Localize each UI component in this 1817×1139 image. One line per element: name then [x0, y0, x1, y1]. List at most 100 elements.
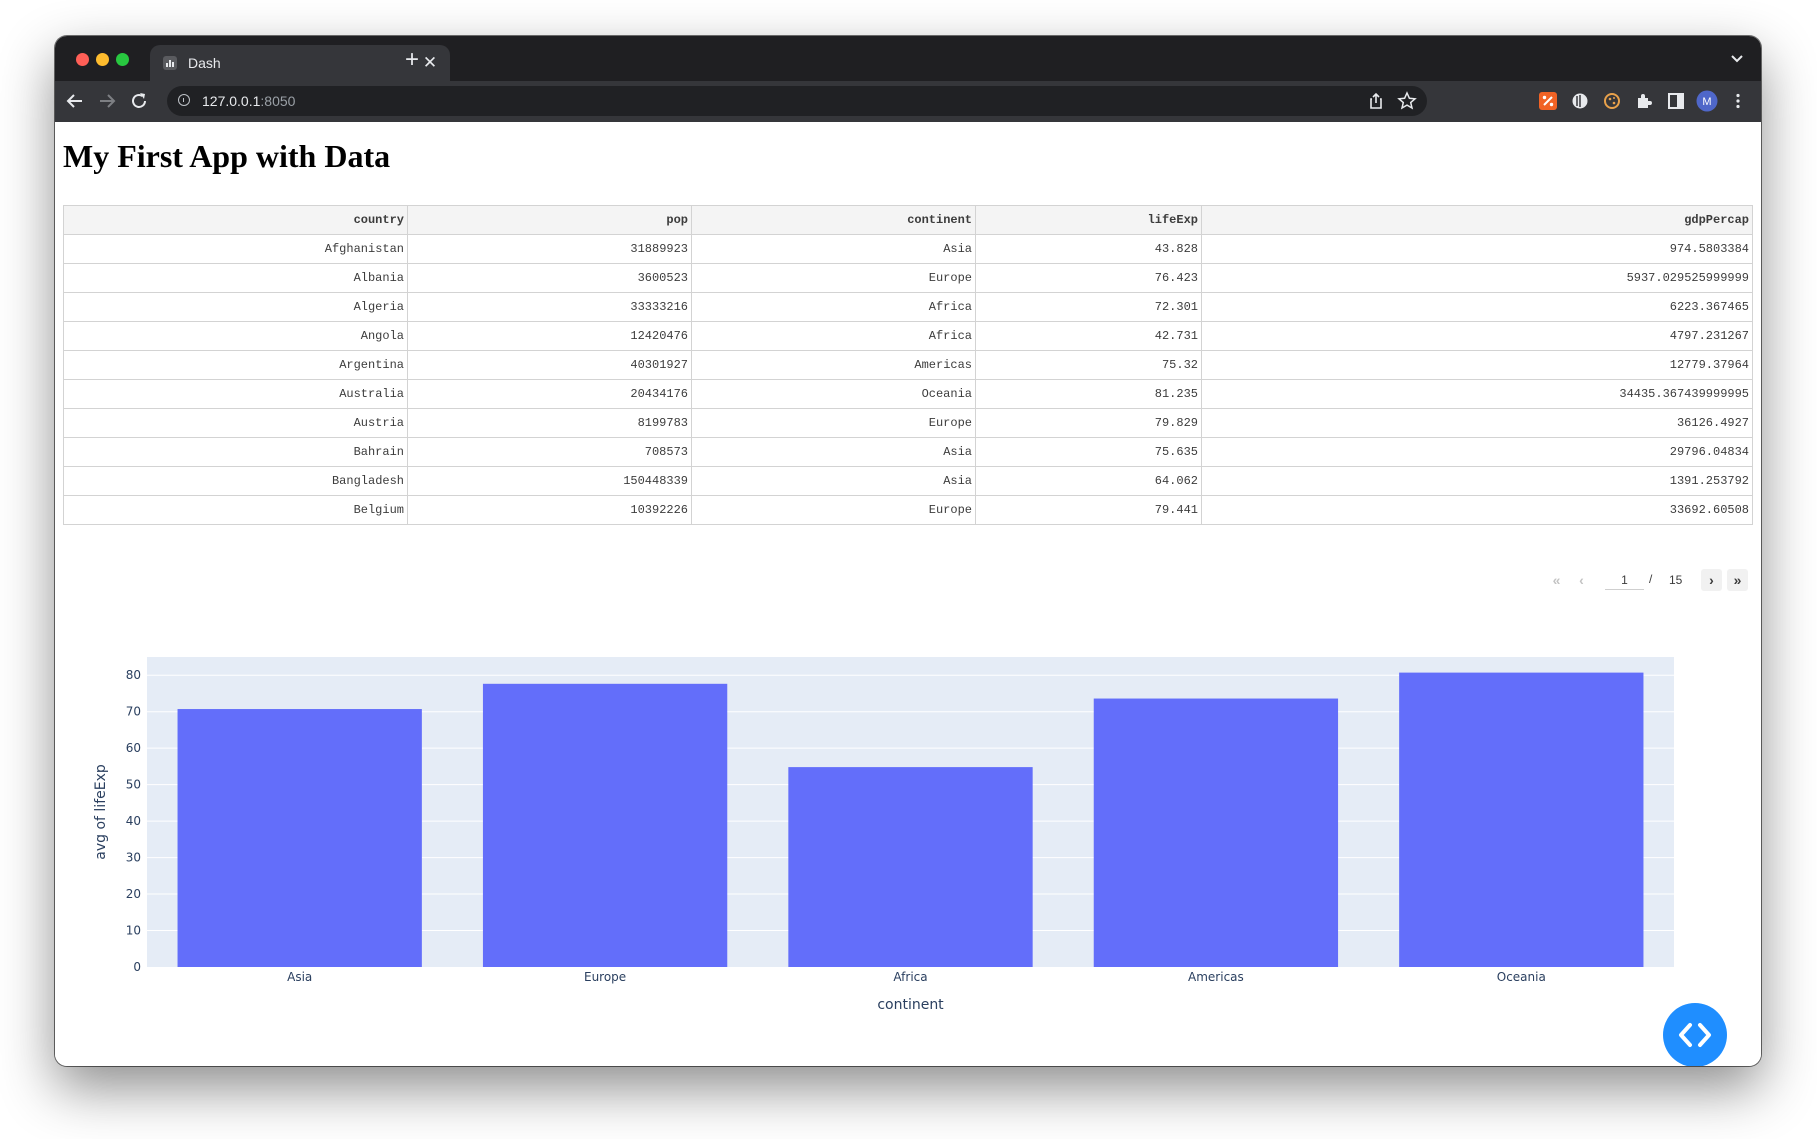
- y-tick-label: 40: [126, 814, 141, 828]
- last-page-button[interactable]: »: [1727, 569, 1748, 591]
- data-table: country pop continent lifeExp gdpPercap …: [63, 205, 1753, 525]
- cell-lifeexp[interactable]: 42.731: [975, 321, 1202, 351]
- back-arrow-icon[interactable]: [63, 89, 87, 113]
- cell-lifeexp[interactable]: 43.828: [975, 234, 1202, 264]
- x-tick-label: Oceania: [1497, 970, 1546, 984]
- table-row: Austria 8199783 Europe 79.829 36126.4927: [63, 408, 1753, 438]
- share-icon[interactable]: [1367, 92, 1385, 110]
- browser-menu-dots-icon[interactable]: [1728, 91, 1748, 111]
- total-pages: 15: [1669, 573, 1683, 587]
- bar-asia[interactable]: [177, 709, 422, 967]
- profile-avatar[interactable]: M: [1696, 90, 1718, 112]
- cell-lifeexp[interactable]: 81.235: [975, 379, 1202, 409]
- table-row: Bangladesh 150448339 Asia 64.062 1391.253792: [63, 466, 1753, 496]
- cell-lifeexp[interactable]: 64.062: [975, 466, 1202, 496]
- first-page-button[interactable]: «: [1546, 569, 1567, 591]
- x-tick-label: Africa: [893, 970, 927, 984]
- browser-window: Dash ✕ + 127.0.0.1:8050 M My First App w…: [55, 36, 1761, 1066]
- cell-continent[interactable]: Oceania: [691, 379, 976, 409]
- cell-lifeexp[interactable]: 76.423: [975, 263, 1202, 293]
- cell-pop[interactable]: 40301927: [407, 350, 692, 380]
- cell-pop[interactable]: 150448339: [407, 466, 692, 496]
- cell-gdppercap[interactable]: 34435.367439999995: [1201, 379, 1753, 409]
- bar-oceania[interactable]: [1399, 672, 1644, 967]
- extensions-puzzle-icon[interactable]: [1634, 91, 1654, 111]
- cell-pop[interactable]: 12420476: [407, 321, 692, 351]
- tab-search-chevron-icon[interactable]: [1727, 49, 1747, 69]
- cell-pop[interactable]: 10392226: [407, 495, 692, 525]
- previous-page-button[interactable]: ‹: [1571, 569, 1592, 591]
- minimize-window-button[interactable]: [96, 53, 109, 66]
- cell-lifeexp[interactable]: 75.32: [975, 350, 1202, 380]
- cell-pop[interactable]: 33333216: [407, 292, 692, 322]
- circle-extension-icon[interactable]: [1570, 91, 1590, 111]
- cell-continent[interactable]: Africa: [691, 292, 976, 322]
- cell-country[interactable]: Bangladesh: [63, 466, 408, 496]
- table-row: Algeria 33333216 Africa 72.301 6223.367465: [63, 292, 1753, 322]
- cell-country[interactable]: Afghanistan: [63, 234, 408, 264]
- cell-continent[interactable]: Asia: [691, 466, 976, 496]
- cell-country[interactable]: Argentina: [63, 350, 408, 380]
- side-panel-icon[interactable]: [1666, 91, 1686, 111]
- column-header-continent[interactable]: continent: [691, 205, 976, 235]
- cell-gdppercap[interactable]: 974.5803384: [1201, 234, 1753, 264]
- close-window-button[interactable]: [76, 53, 89, 66]
- cell-continent[interactable]: Europe: [691, 263, 976, 293]
- cookie-extension-icon[interactable]: [1602, 91, 1622, 111]
- cell-continent[interactable]: Americas: [691, 350, 976, 380]
- cell-country[interactable]: Angola: [63, 321, 408, 351]
- cell-lifeexp[interactable]: 72.301: [975, 292, 1202, 322]
- cell-pop[interactable]: 20434176: [407, 379, 692, 409]
- cell-lifeexp[interactable]: 79.829: [975, 408, 1202, 438]
- current-page-input[interactable]: [1605, 571, 1644, 590]
- column-header-pop[interactable]: pop: [407, 205, 692, 235]
- cell-country[interactable]: Austria: [63, 408, 408, 438]
- cell-gdppercap[interactable]: 12779.37964: [1201, 350, 1753, 380]
- table-body: Afghanistan 31889923 Asia 43.828 974.5803384…: [63, 234, 1753, 525]
- cell-country[interactable]: Belgium: [63, 495, 408, 525]
- cell-gdppercap[interactable]: 29796.04834: [1201, 437, 1753, 467]
- cell-pop[interactable]: 708573: [407, 437, 692, 467]
- next-page-button[interactable]: ›: [1701, 569, 1722, 591]
- cell-continent[interactable]: Asia: [691, 234, 976, 264]
- cell-continent[interactable]: Europe: [691, 495, 976, 525]
- cell-gdppercap[interactable]: 5937.029525999999: [1201, 263, 1753, 293]
- cell-gdppercap[interactable]: 4797.231267: [1201, 321, 1753, 351]
- column-header-lifeexp[interactable]: lifeExp: [975, 205, 1202, 235]
- cell-pop[interactable]: 3600523: [407, 263, 692, 293]
- percent-extension-icon[interactable]: [1538, 91, 1558, 111]
- cell-pop[interactable]: 8199783: [407, 408, 692, 438]
- cell-continent[interactable]: Asia: [691, 437, 976, 467]
- cell-lifeexp[interactable]: 75.635: [975, 437, 1202, 467]
- table-row: Bahrain 708573 Asia 75.635 29796.04834: [63, 437, 1753, 467]
- site-info-icon[interactable]: [178, 94, 190, 106]
- cell-gdppercap[interactable]: 36126.4927: [1201, 408, 1753, 438]
- cell-country[interactable]: Algeria: [63, 292, 408, 322]
- y-tick-label: 20: [126, 887, 141, 901]
- cell-gdppercap[interactable]: 6223.367465: [1201, 292, 1753, 322]
- forward-arrow-icon[interactable]: [95, 89, 119, 113]
- bar-africa[interactable]: [788, 767, 1033, 967]
- column-header-gdppercap[interactable]: gdpPercap: [1201, 205, 1753, 235]
- address-bar[interactable]: 127.0.0.1:8050: [167, 86, 1427, 116]
- bookmark-star-icon[interactable]: [1397, 91, 1417, 111]
- cell-pop[interactable]: 31889923: [407, 234, 692, 264]
- new-tab-button[interactable]: +: [398, 46, 426, 74]
- cell-continent[interactable]: Africa: [691, 321, 976, 351]
- reload-icon[interactable]: [127, 89, 151, 113]
- cell-continent[interactable]: Europe: [691, 408, 976, 438]
- bar-europe[interactable]: [482, 683, 728, 967]
- y-tick-label: 10: [126, 924, 141, 938]
- y-tick-label: 30: [126, 851, 141, 865]
- cell-gdppercap[interactable]: 33692.60508: [1201, 495, 1753, 525]
- bar-americas[interactable]: [1093, 698, 1339, 967]
- cell-lifeexp[interactable]: 79.441: [975, 495, 1202, 525]
- cell-gdppercap[interactable]: 1391.253792: [1201, 466, 1753, 496]
- cell-country[interactable]: Bahrain: [63, 437, 408, 467]
- column-header-country[interactable]: country: [63, 205, 408, 235]
- cell-country[interactable]: Australia: [63, 379, 408, 409]
- y-tick-label: 50: [126, 778, 141, 792]
- cell-country[interactable]: Albania: [63, 263, 408, 293]
- dash-devtools-button[interactable]: [1663, 1003, 1727, 1066]
- maximize-window-button[interactable]: [116, 53, 129, 66]
